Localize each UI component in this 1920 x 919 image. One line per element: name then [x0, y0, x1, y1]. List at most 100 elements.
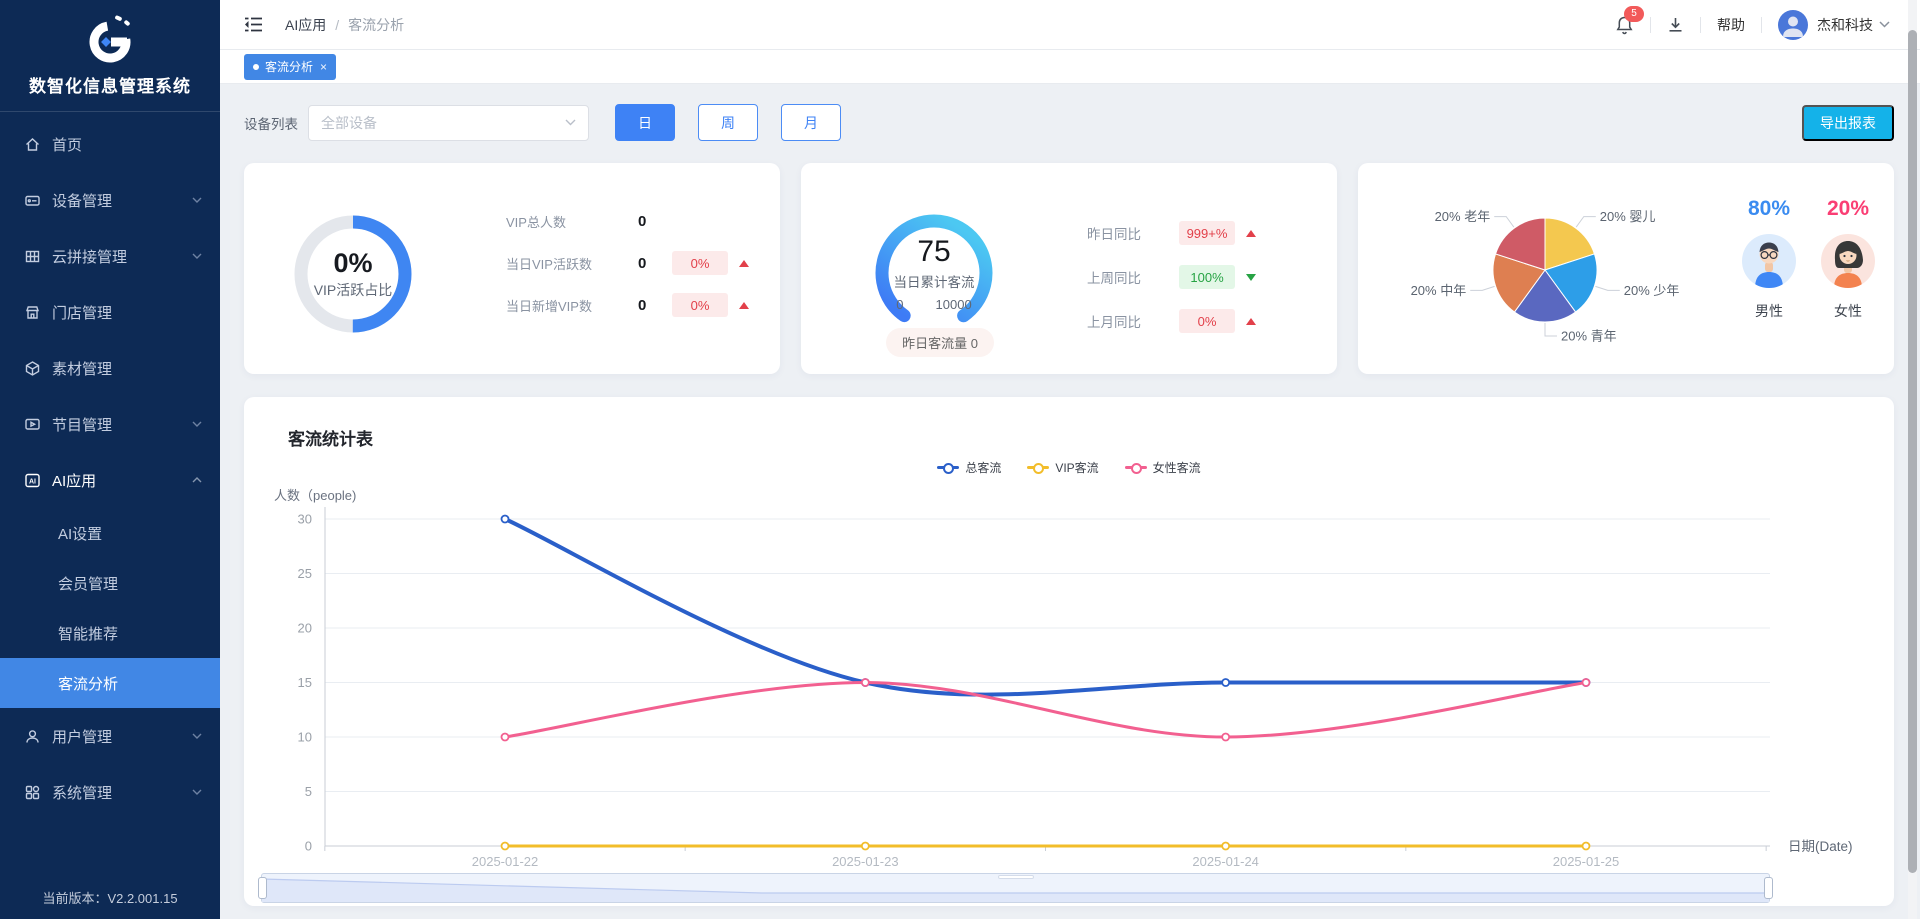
chevron-down-icon — [192, 197, 202, 203]
logo-block: 数智化信息管理系统 — [0, 0, 220, 112]
traffic-line-chart: 0510152025302025-01-222025-01-232025-01-… — [244, 497, 1894, 879]
percent-badge: 0% — [672, 293, 728, 317]
avatar[interactable] — [1778, 10, 1808, 40]
page-scrollbar — [1908, 0, 1917, 919]
traffic-stat-rows: 昨日同比 999+% 上周同比 100% 上月同比 0% — [1087, 211, 1256, 343]
svg-text:20% 婴儿: 20% 婴儿 — [1600, 209, 1656, 224]
datazoom-slider[interactable] — [261, 873, 1770, 903]
sidebar-item-programs[interactable]: 节目管理 — [0, 396, 220, 452]
period-day-button[interactable]: 日 — [615, 104, 675, 141]
stat-row: 当日VIP活跃数 0 0% — [506, 242, 749, 284]
svg-text:2025-01-25: 2025-01-25 — [1553, 854, 1620, 869]
filter-row: 设备列表 全部设备 日 周 月 导出报表 — [244, 104, 1894, 141]
stat-row: 昨日同比 999+% — [1087, 211, 1256, 255]
home-icon — [24, 136, 41, 153]
stat-value: 0 — [638, 213, 672, 230]
stat-label: VIP总人数 — [506, 212, 638, 231]
legend-item-total[interactable]: 总客流 — [937, 459, 1001, 476]
legend-marker-icon — [1125, 463, 1147, 473]
legend-label: 女性客流 — [1153, 459, 1201, 476]
sidebar-item-system[interactable]: 系统管理 — [0, 764, 220, 820]
sidebar-subitem-members[interactable]: 会员管理 — [0, 558, 220, 608]
subitem-label: AI设置 — [58, 523, 102, 544]
stat-row: 上周同比 100% — [1087, 255, 1256, 299]
chevron-up-icon — [192, 477, 202, 483]
sidebar-subitem-traffic-analysis[interactable]: 客流分析 — [0, 658, 220, 708]
close-icon[interactable]: × — [320, 60, 327, 74]
traffic-stats-card: 75 当日累计客流 0 10000 昨日客流量 0 昨日同比 999+% — [801, 163, 1337, 374]
stat-label: 上月同比 — [1087, 311, 1179, 331]
chart-legend: 总客流 VIP客流 女性客流 — [244, 459, 1894, 476]
period-week-button[interactable]: 周 — [698, 104, 758, 141]
download-button[interactable] — [1667, 16, 1684, 33]
male-avatar-icon — [1742, 234, 1796, 288]
export-report-button[interactable]: 导出报表 — [1802, 105, 1894, 141]
male-label: 男性 — [1755, 301, 1783, 321]
legend-item-vip[interactable]: VIP客流 — [1027, 459, 1098, 476]
sidebar-item-label: AI应用 — [52, 470, 96, 491]
sidebar-item-users[interactable]: 用户管理 — [0, 708, 220, 764]
breadcrumb-parent[interactable]: AI应用 — [285, 15, 326, 35]
chart-title: 客流统计表 — [288, 425, 373, 450]
system-grid-icon — [24, 784, 41, 801]
store-icon — [24, 304, 41, 321]
male-percent: 80% — [1748, 197, 1790, 221]
app-root: 数智化信息管理系统 首页 设备管理 云拼接管理 门店管理 — [0, 0, 1920, 919]
female-avatar-icon — [1821, 234, 1875, 288]
svg-text:AI: AI — [29, 478, 36, 485]
stat-label: 上周同比 — [1087, 267, 1179, 287]
notifications-button[interactable]: 5 — [1615, 15, 1634, 35]
sidebar-item-label: 云拼接管理 — [52, 246, 127, 267]
demographics-card: 20% 婴儿20% 少年20% 青年20% 中年20% 老年 80% 男性 20… — [1358, 163, 1894, 374]
legend-item-female[interactable]: 女性客流 — [1125, 459, 1201, 476]
menu-fold-icon[interactable] — [244, 17, 263, 32]
vip-donut-center: 0% VIP活跃占比 — [288, 209, 418, 339]
help-button[interactable]: 帮助 — [1717, 15, 1745, 35]
program-play-icon — [24, 416, 41, 433]
percent-badge: 0% — [672, 251, 728, 275]
legend-marker-icon — [937, 463, 959, 473]
sidebar-item-label: 首页 — [52, 134, 82, 155]
legend-label: VIP客流 — [1055, 459, 1098, 476]
vip-active-label: VIP活跃占比 — [314, 280, 393, 300]
sidebar-item-devices[interactable]: 设备管理 — [0, 172, 220, 228]
stat-label: 昨日同比 — [1087, 223, 1179, 243]
datazoom-right-handle[interactable] — [1764, 877, 1773, 899]
sidebar-item-home[interactable]: 首页 — [0, 116, 220, 172]
notification-badge: 5 — [1624, 6, 1644, 22]
stat-row: VIP总人数 0 — [506, 200, 749, 242]
app-logo-icon — [84, 14, 136, 66]
svg-text:25: 25 — [298, 566, 312, 581]
datazoom-left-handle[interactable] — [258, 877, 267, 899]
svg-text:2025-01-24: 2025-01-24 — [1192, 854, 1259, 869]
gauge-range: 0 10000 — [896, 297, 971, 312]
svg-text:0: 0 — [305, 839, 312, 854]
tab-traffic-analysis[interactable]: 客流分析 × — [244, 54, 336, 80]
company-name[interactable]: 杰和科技 — [1817, 15, 1873, 35]
device-select[interactable]: 全部设备 — [308, 105, 589, 141]
sidebar-subitem-smart-recommend[interactable]: 智能推荐 — [0, 608, 220, 658]
period-month-button[interactable]: 月 — [781, 104, 841, 141]
stat-value: 0 — [638, 297, 672, 314]
svg-text:2025-01-23: 2025-01-23 — [832, 854, 899, 869]
app-title: 数智化信息管理系统 — [29, 72, 191, 97]
vip-active-percent: 0% — [333, 248, 372, 279]
datazoom-grip-handle[interactable] — [998, 875, 1034, 879]
sidebar-subitem-ai-settings[interactable]: AI设置 — [0, 508, 220, 558]
sidebar-item-materials[interactable]: 素材管理 — [0, 340, 220, 396]
svg-text:15: 15 — [298, 675, 312, 690]
scrollbar-thumb[interactable] — [1908, 30, 1917, 873]
sidebar-item-ai-apps[interactable]: AI AI应用 — [0, 452, 220, 508]
chevron-down-icon — [565, 119, 576, 126]
arrow-down-icon — [1246, 274, 1256, 281]
chevron-down-icon[interactable] — [1879, 21, 1890, 28]
divider — [1761, 17, 1762, 33]
male-stat: 80% 男性 — [1740, 197, 1798, 321]
sidebar-item-cloud-splicing[interactable]: 云拼接管理 — [0, 228, 220, 284]
percent-badge: 0% — [1179, 309, 1235, 333]
divider — [1650, 17, 1651, 33]
stat-label: 当日VIP活跃数 — [506, 254, 638, 273]
sidebar-item-label: 节目管理 — [52, 414, 112, 435]
sidebar-item-stores[interactable]: 门店管理 — [0, 284, 220, 340]
sidebar-item-label: 门店管理 — [52, 302, 112, 323]
